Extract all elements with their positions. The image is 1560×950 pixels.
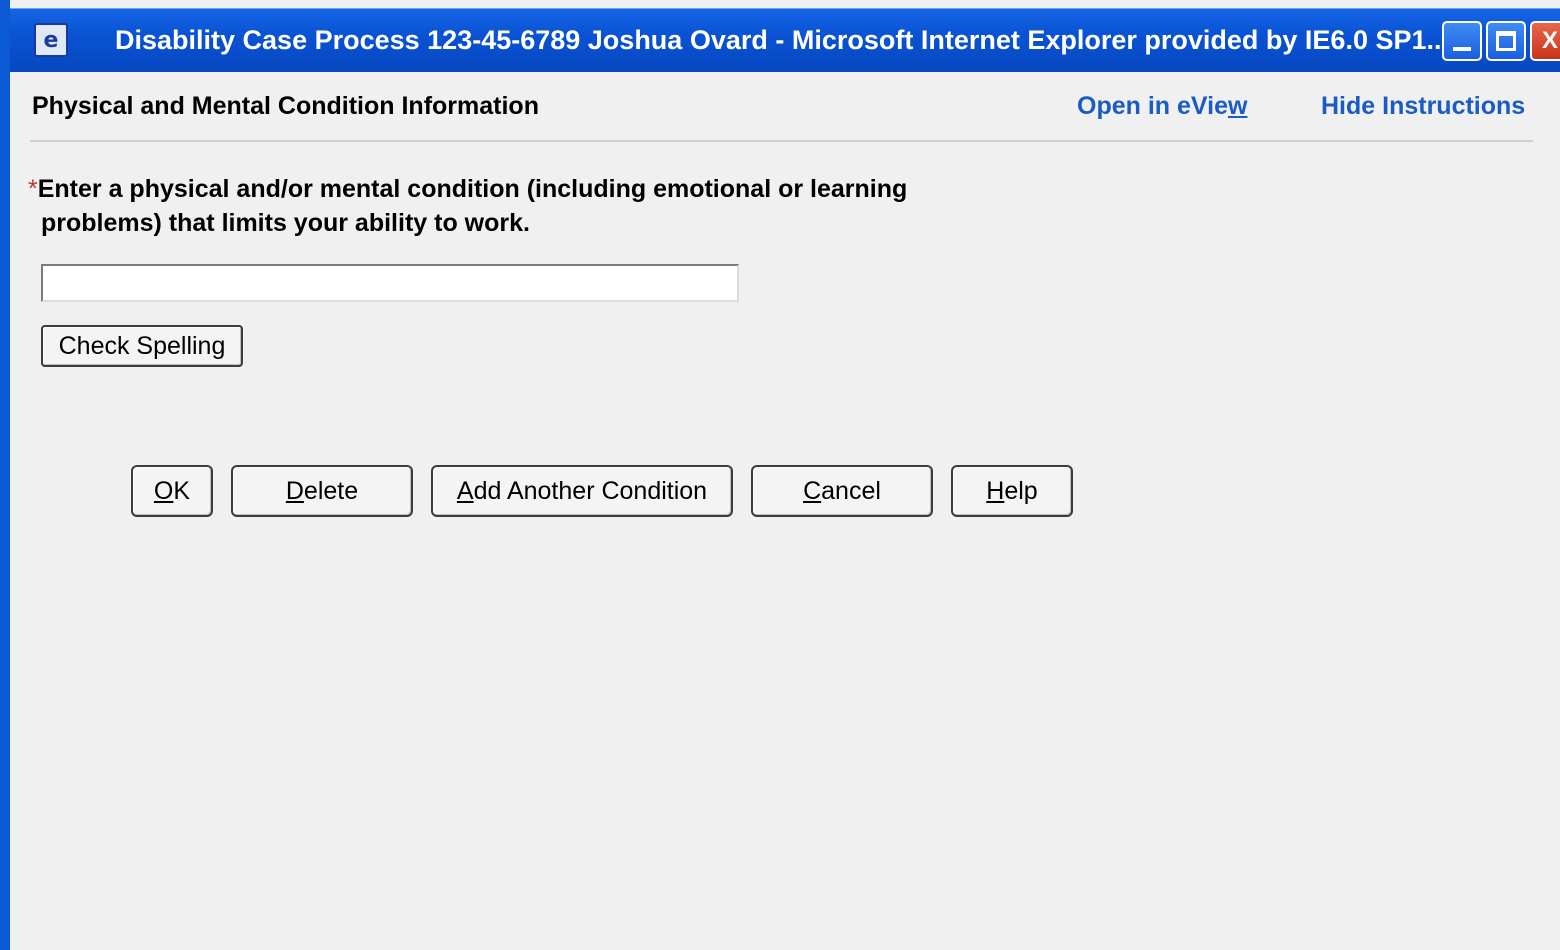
ie-page-icon[interactable]: e — [34, 23, 68, 57]
window-title: Disability Case Process 123-45-6789 Josh… — [115, 25, 1450, 55]
page-title: Physical and Mental Condition Informatio… — [32, 92, 539, 120]
delete-button[interactable]: Delete — [231, 465, 413, 517]
minimize-icon — [1453, 47, 1471, 51]
minimize-button[interactable] — [1442, 21, 1482, 61]
close-icon: X — [1541, 27, 1558, 54]
hide-instructions-link[interactable]: Hide Instructions — [1321, 92, 1525, 121]
add-another-condition-button[interactable]: Add Another Condition — [431, 465, 733, 517]
maximize-icon — [1496, 31, 1516, 51]
question-line-1: Enter a physical and/or mental condition… — [37, 175, 908, 203]
cancel-button[interactable]: Cancel — [751, 465, 933, 517]
maximize-button[interactable] — [1486, 21, 1526, 61]
open-in-eview-link[interactable]: Open in eView — [1077, 92, 1247, 121]
question-line-2: problems) that limits your ability to wo… — [41, 209, 530, 237]
help-button[interactable]: Help — [951, 465, 1073, 517]
header-divider — [30, 140, 1533, 142]
check-spelling-label: Check Spelling — [58, 331, 226, 360]
title-bar[interactable]: e Disability Case Process 123-45-6789 Jo… — [10, 8, 1560, 72]
condition-input[interactable] — [41, 264, 739, 302]
check-spelling-button[interactable]: Check Spelling — [41, 325, 243, 367]
condition-question: *Enter a physical and/or mental conditio… — [28, 172, 1008, 240]
ok-button[interactable]: OK — [131, 465, 213, 517]
required-marker: * — [28, 175, 38, 203]
close-button[interactable]: X — [1530, 21, 1560, 61]
